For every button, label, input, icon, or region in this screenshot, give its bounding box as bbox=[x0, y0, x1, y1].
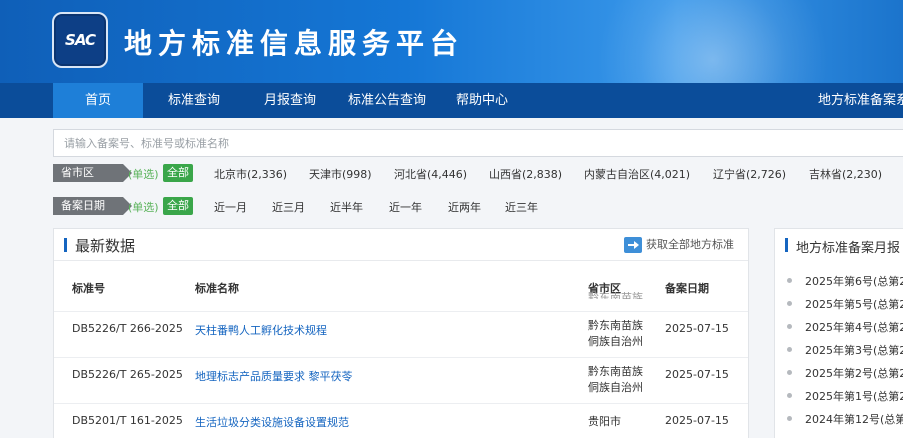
monthly-report-panel: 地方标准备案月报 2025年第6号(总第2 2025年第5号(总第2 2025年… bbox=[774, 228, 903, 438]
monthly-report-item[interactable]: 2024年第12号(总第 bbox=[786, 411, 903, 427]
nav-item-help[interactable]: 帮助中心 bbox=[446, 83, 518, 118]
row-region: 黔东南苗族 侗族自治州 bbox=[588, 318, 643, 350]
filter-date-option[interactable]: 近两年 bbox=[448, 199, 481, 215]
latest-data-title: 最新数据 bbox=[75, 237, 136, 255]
row-code: DB5226/T 265-2025 bbox=[72, 368, 183, 381]
nav-item-monthly-query[interactable]: 月报查询 bbox=[248, 83, 332, 118]
main-nav: 首页 标准查询 月报查询 标准公告查询 帮助中心 地方标准备案系 bbox=[0, 83, 903, 118]
filter-region-option[interactable]: 河北省(4,446) bbox=[394, 166, 467, 182]
filter-region-option[interactable]: 天津市(998) bbox=[309, 166, 372, 182]
title-accent-bar bbox=[785, 238, 788, 252]
row-name-link[interactable]: 地理标志产品质量要求 黎平茯苓 bbox=[195, 368, 353, 384]
search-input[interactable] bbox=[54, 130, 903, 156]
get-all-standards-label: 获取全部地方标准 bbox=[646, 238, 734, 251]
nav-item-standard-query[interactable]: 标准查询 bbox=[152, 83, 236, 118]
row-date: 2025-07-15 bbox=[665, 322, 729, 335]
monthly-report-item[interactable]: 2025年第2号(总第2 bbox=[786, 365, 903, 381]
row-region-line1: 黔东南苗族 bbox=[588, 365, 643, 378]
filter-date-option[interactable]: 近一月 bbox=[214, 199, 247, 215]
filter-date-option[interactable]: 近半年 bbox=[330, 199, 363, 215]
row-name-link[interactable]: 生活垃圾分类设施设备设置规范 bbox=[195, 414, 349, 430]
monthly-report-item[interactable]: 2025年第3号(总第2 bbox=[786, 342, 903, 358]
row-code: DB5226/T 266-2025 bbox=[72, 322, 183, 335]
filter-date: 备案日期 (单选) 全部 近一月 近三月 近半年 近一年 近两年 近三年 bbox=[53, 195, 653, 217]
monthly-report-title: 地方标准备案月报 bbox=[796, 241, 901, 256]
nav-item-announcement-query[interactable]: 标准公告查询 bbox=[340, 83, 434, 118]
filter-region-option[interactable]: 辽宁省(2,726) bbox=[713, 166, 786, 182]
row-name-link[interactable]: 天柱番鸭人工孵化技术规程 bbox=[195, 322, 327, 338]
row-region-line1: 黔东南苗族 bbox=[588, 319, 643, 332]
filter-region: 省市区 (单选) 全部 北京市(2,336) 天津市(998) 河北省(4,44… bbox=[53, 162, 903, 184]
filter-region-option[interactable]: 北京市(2,336) bbox=[214, 166, 287, 182]
nav-item-home[interactable]: 首页 bbox=[53, 83, 143, 118]
page: SAC 地方标准信息服务平台 首页 标准查询 月报查询 标准公告查询 帮助中心 … bbox=[0, 0, 903, 438]
column-header-code: 标准号 bbox=[72, 282, 105, 295]
filter-region-label: 省市区 bbox=[53, 164, 132, 182]
filter-region-all[interactable]: 全部 bbox=[163, 164, 193, 182]
filter-region-mode: (单选) bbox=[128, 168, 159, 181]
row-date: 2025-07-15 bbox=[665, 414, 729, 427]
row-region: 黔东南苗族 侗族自治州 bbox=[588, 364, 643, 396]
title-accent-bar bbox=[64, 238, 67, 252]
search-box bbox=[53, 129, 903, 157]
arrow-right-icon bbox=[624, 237, 642, 253]
filter-date-option[interactable]: 近三月 bbox=[272, 199, 305, 215]
column-header-name: 标准名称 bbox=[195, 282, 239, 295]
monthly-report-item[interactable]: 2025年第1号(总第2 bbox=[786, 388, 903, 404]
row-region-line2: 侗族自治州 bbox=[588, 335, 643, 348]
sac-logo[interactable]: SAC bbox=[52, 12, 108, 68]
row-region-line2: 侗族自治州 bbox=[588, 381, 643, 394]
banner-glow bbox=[583, 0, 843, 83]
row-region: 贵阳市 bbox=[588, 414, 621, 430]
monthly-report-item[interactable]: 2025年第6号(总第2 bbox=[786, 273, 903, 289]
filter-region-option[interactable]: 吉林省(2,230) bbox=[809, 166, 882, 182]
row-date: 2025-07-15 bbox=[665, 368, 729, 381]
table-row[interactable]: DB5201/T 161-2025 生活垃圾分类设施设备设置规范 贵阳市 202… bbox=[54, 403, 748, 438]
filter-date-mode: (单选) bbox=[128, 201, 159, 214]
get-all-standards-link[interactable]: 获取全部地方标准 bbox=[624, 236, 734, 253]
row-region-line1: 贵阳市 bbox=[588, 415, 621, 428]
monthly-report-item[interactable]: 2025年第5号(总第2 bbox=[786, 296, 903, 312]
row-code: DB5201/T 161-2025 bbox=[72, 414, 183, 427]
table-row[interactable]: DB5226/T 265-2025 地理标志产品质量要求 黎平茯苓 黔东南苗族 … bbox=[54, 357, 748, 403]
filter-region-option[interactable]: 内蒙古自治区(4,021) bbox=[584, 166, 690, 182]
filter-region-option[interactable]: 山西省(2,838) bbox=[489, 166, 562, 182]
filter-date-all[interactable]: 全部 bbox=[163, 197, 193, 215]
filter-date-label: 备案日期 bbox=[53, 197, 132, 215]
nav-item-filing-system[interactable]: 地方标准备案系 bbox=[818, 83, 903, 118]
latest-data-header: 最新数据 获取全部地方标准 bbox=[54, 229, 748, 261]
column-header-date: 备案日期 bbox=[665, 282, 709, 295]
partial-region-text: 黔东南苗族 bbox=[588, 292, 643, 299]
header-banner: SAC 地方标准信息服务平台 bbox=[0, 0, 903, 83]
latest-data-panel: 最新数据 获取全部地方标准 标准号 标准名称 省市区 备案日期 黔东南苗族 DB… bbox=[53, 228, 749, 438]
site-title: 地方标准信息服务平台 bbox=[124, 27, 465, 60]
filter-date-option[interactable]: 近一年 bbox=[389, 199, 422, 215]
monthly-report-item[interactable]: 2025年第4号(总第2 bbox=[786, 319, 903, 335]
table-row[interactable]: DB5226/T 266-2025 天柱番鸭人工孵化技术规程 黔东南苗族 侗族自… bbox=[54, 311, 748, 357]
filter-date-option[interactable]: 近三年 bbox=[505, 199, 538, 215]
logo-text: SAC bbox=[65, 31, 96, 49]
